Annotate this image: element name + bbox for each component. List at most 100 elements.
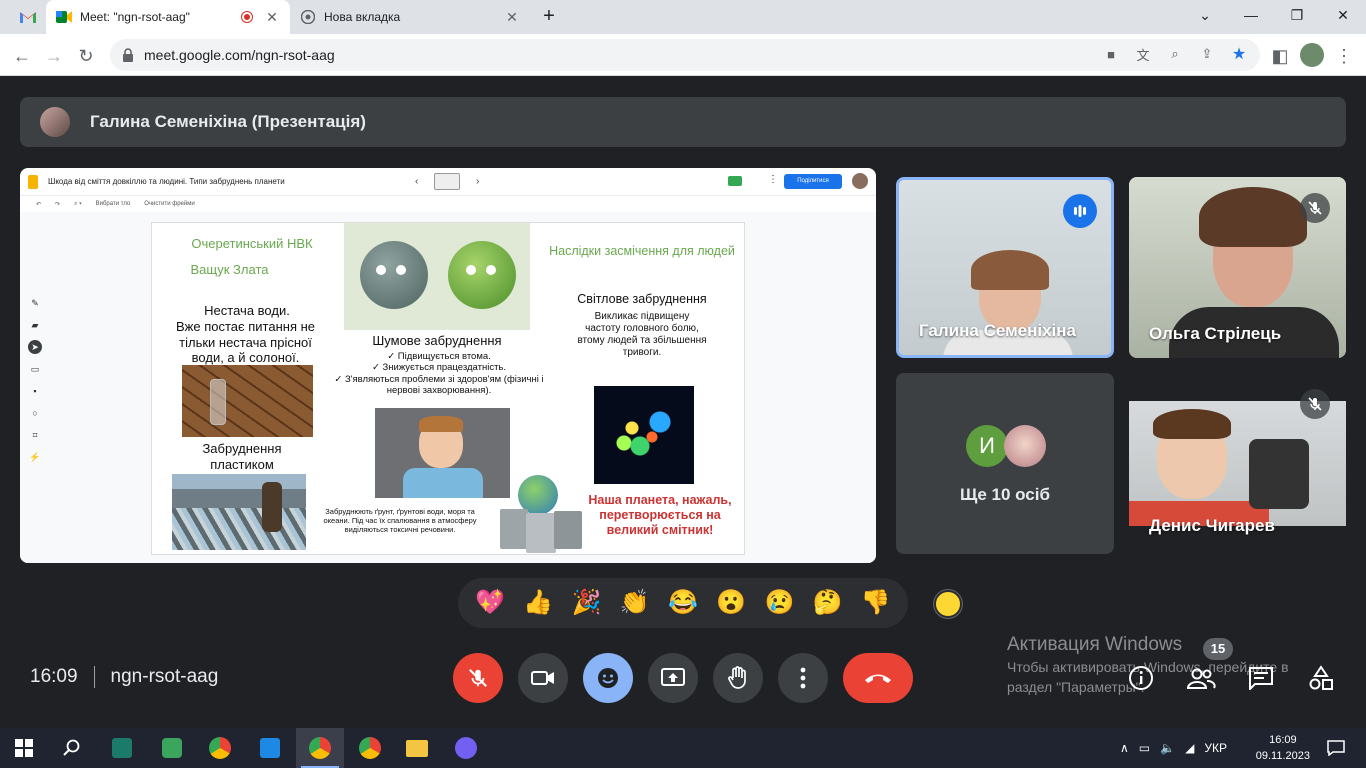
circle-icon[interactable]: ○ [28, 406, 42, 420]
avatar [852, 173, 868, 189]
participant-tile[interactable]: Галина Семеніхіна [896, 177, 1114, 358]
viber-icon[interactable] [452, 734, 480, 762]
meet-present-icon[interactable] [728, 176, 742, 186]
share-button[interactable]: Поділитися [784, 174, 842, 189]
chrome-icon[interactable] [356, 734, 384, 762]
windows-taskbar: ∧ ▭ 🔈 ◢ УКР 16:09 09.11.2023 [0, 728, 1366, 768]
share-icon[interactable]: ⇪ [1198, 45, 1216, 63]
close-tab-icon[interactable]: ✕ [504, 9, 520, 25]
noise-item: ✓ З'являються проблеми зі здоров'ям (фіз… [334, 373, 544, 397]
mic-toggle-button[interactable] [453, 653, 503, 703]
battery-icon[interactable]: ▭ [1139, 741, 1150, 755]
reactions-bar: 💖 👍 🎉 👏 😂 😮 😢 🤔 👎 [458, 578, 908, 628]
tab-gmail[interactable] [10, 0, 46, 34]
more-icon[interactable]: ⋮ [768, 174, 778, 185]
tab-search-icon[interactable]: ⌄ [1182, 0, 1228, 34]
sticky-note-icon[interactable]: ▭ [28, 362, 42, 376]
translate-icon[interactable]: 文 [1134, 45, 1152, 63]
slide-view-icon[interactable] [434, 173, 460, 190]
boy-covering-ears-image [375, 408, 510, 498]
light-title: Світлове забруднення [577, 292, 707, 306]
forward-icon[interactable]: → [40, 42, 68, 70]
tray-expand-icon[interactable]: ∧ [1120, 741, 1129, 755]
chat-button[interactable] [1245, 662, 1277, 694]
reaction-clapping[interactable]: 👏 [617, 585, 653, 621]
chrome-menu-icon[interactable]: ⋮ [1330, 42, 1358, 70]
mic-off-icon [1308, 201, 1322, 215]
water-text: Вже постає питання не тільки нестача прі… [175, 319, 316, 366]
noise-title: Шумове забруднення [372, 333, 502, 348]
close-tab-icon[interactable]: ✕ [264, 9, 280, 25]
reaction-party-popper[interactable]: 🎉 [569, 585, 605, 621]
browser-tab-bar: Meet: "ngn-rsot-aag" ✕ Нова вкладка ✕ + … [0, 0, 1366, 34]
pen-icon[interactable]: ✎ [28, 296, 42, 310]
image-icon[interactable]: ▪ [28, 384, 42, 398]
people-icon [1186, 668, 1216, 689]
meeting-details-button[interactable] [1125, 662, 1157, 694]
language-indicator[interactable]: УКР [1204, 741, 1227, 755]
reaction-thinking[interactable]: 🤔 [810, 585, 846, 621]
undo-icon[interactable]: ↶ [36, 201, 41, 208]
restore-icon[interactable]: ❐ [1274, 0, 1320, 34]
side-panel-icon[interactable]: ◧ [1266, 42, 1294, 70]
reaction-thumbs-up[interactable]: 👍 [520, 585, 556, 621]
leave-call-button[interactable] [843, 653, 913, 703]
more-vert-icon [800, 667, 806, 689]
redo-icon[interactable]: ↷ [55, 201, 60, 208]
volume-icon[interactable]: 🔈 [1160, 741, 1175, 755]
chrome-icon[interactable] [306, 734, 334, 762]
activities-button[interactable] [1305, 662, 1337, 694]
people-button[interactable] [1185, 662, 1217, 694]
tab-meet[interactable]: Meet: "ngn-rsot-aag" ✕ [46, 0, 290, 34]
reaction-crying[interactable]: 😢 [761, 585, 797, 621]
raise-hand-button[interactable] [713, 653, 763, 703]
cracked-earth-image [182, 365, 313, 437]
app-icon[interactable] [158, 734, 186, 762]
reactions-button[interactable] [583, 653, 633, 703]
notifications-icon[interactable] [1322, 734, 1350, 762]
select-background-button[interactable]: Вибрати тло [96, 201, 131, 207]
network-icon[interactable]: ◢ [1185, 741, 1194, 755]
prev-slide-icon[interactable]: ‹ [415, 176, 418, 187]
frame-icon[interactable]: ⌗ [28, 428, 42, 442]
chrome-icon [300, 9, 316, 25]
eraser-icon[interactable]: ▰ [28, 318, 42, 332]
participant-tile[interactable]: Ольга Стрілець [1129, 177, 1346, 358]
presenter-bar: Галина Семеніхіна (Презентація) [20, 97, 1346, 147]
minimize-icon[interactable]: — [1228, 0, 1274, 34]
zoom-icon[interactable]: ⌕ [1166, 45, 1184, 63]
bookmark-star-icon[interactable]: ★ [1230, 45, 1248, 63]
app-icon[interactable] [108, 734, 136, 762]
skin-tone-selector[interactable] [934, 590, 962, 618]
app-icon[interactable] [256, 734, 284, 762]
participant-tile[interactable]: Денис Чигарев [1129, 373, 1346, 554]
chrome-icon[interactable] [206, 734, 234, 762]
windows-start-icon[interactable] [10, 734, 38, 762]
present-screen-button[interactable] [648, 653, 698, 703]
address-bar[interactable]: meet.google.com/ngn-rsot-aag ■ 文 ⌕ ⇪ ★ [110, 39, 1260, 71]
reaction-thumbs-down[interactable]: 👎 [858, 585, 894, 621]
camera-icon[interactable]: ■ [1102, 45, 1120, 63]
profile-avatar[interactable] [1300, 43, 1324, 67]
laser-icon[interactable]: ⚡ [28, 450, 42, 464]
zoom-icon[interactable]: ⌕ ▾ [74, 201, 82, 208]
file-explorer-icon[interactable] [403, 734, 431, 762]
new-tab-button[interactable]: + [538, 6, 560, 28]
shared-screen[interactable]: Шкода від сміття довкіллю та людині. Тип… [20, 168, 876, 563]
search-icon[interactable] [58, 734, 86, 762]
author-label: Ващук Злата [190, 262, 269, 277]
more-options-button[interactable] [778, 653, 828, 703]
reaction-surprised[interactable]: 😮 [713, 585, 749, 621]
reaction-sparkling-heart[interactable]: 💖 [472, 585, 508, 621]
camera-toggle-button[interactable] [518, 653, 568, 703]
taskbar-clock[interactable]: 16:09 09.11.2023 [1256, 732, 1310, 764]
next-slide-icon[interactable]: › [476, 176, 479, 187]
tab-new[interactable]: Нова вкладка ✕ [290, 0, 530, 34]
close-window-icon[interactable]: ✕ [1320, 0, 1366, 34]
pointer-icon[interactable]: ➤ [28, 340, 42, 354]
reaction-joy[interactable]: 😂 [665, 585, 701, 621]
back-icon[interactable]: ← [8, 42, 36, 70]
reload-icon[interactable]: ↻ [72, 42, 100, 70]
clear-frames-button[interactable]: Очистити фрейми [144, 201, 194, 207]
others-tile[interactable]: И Ще 10 осіб [896, 373, 1114, 554]
